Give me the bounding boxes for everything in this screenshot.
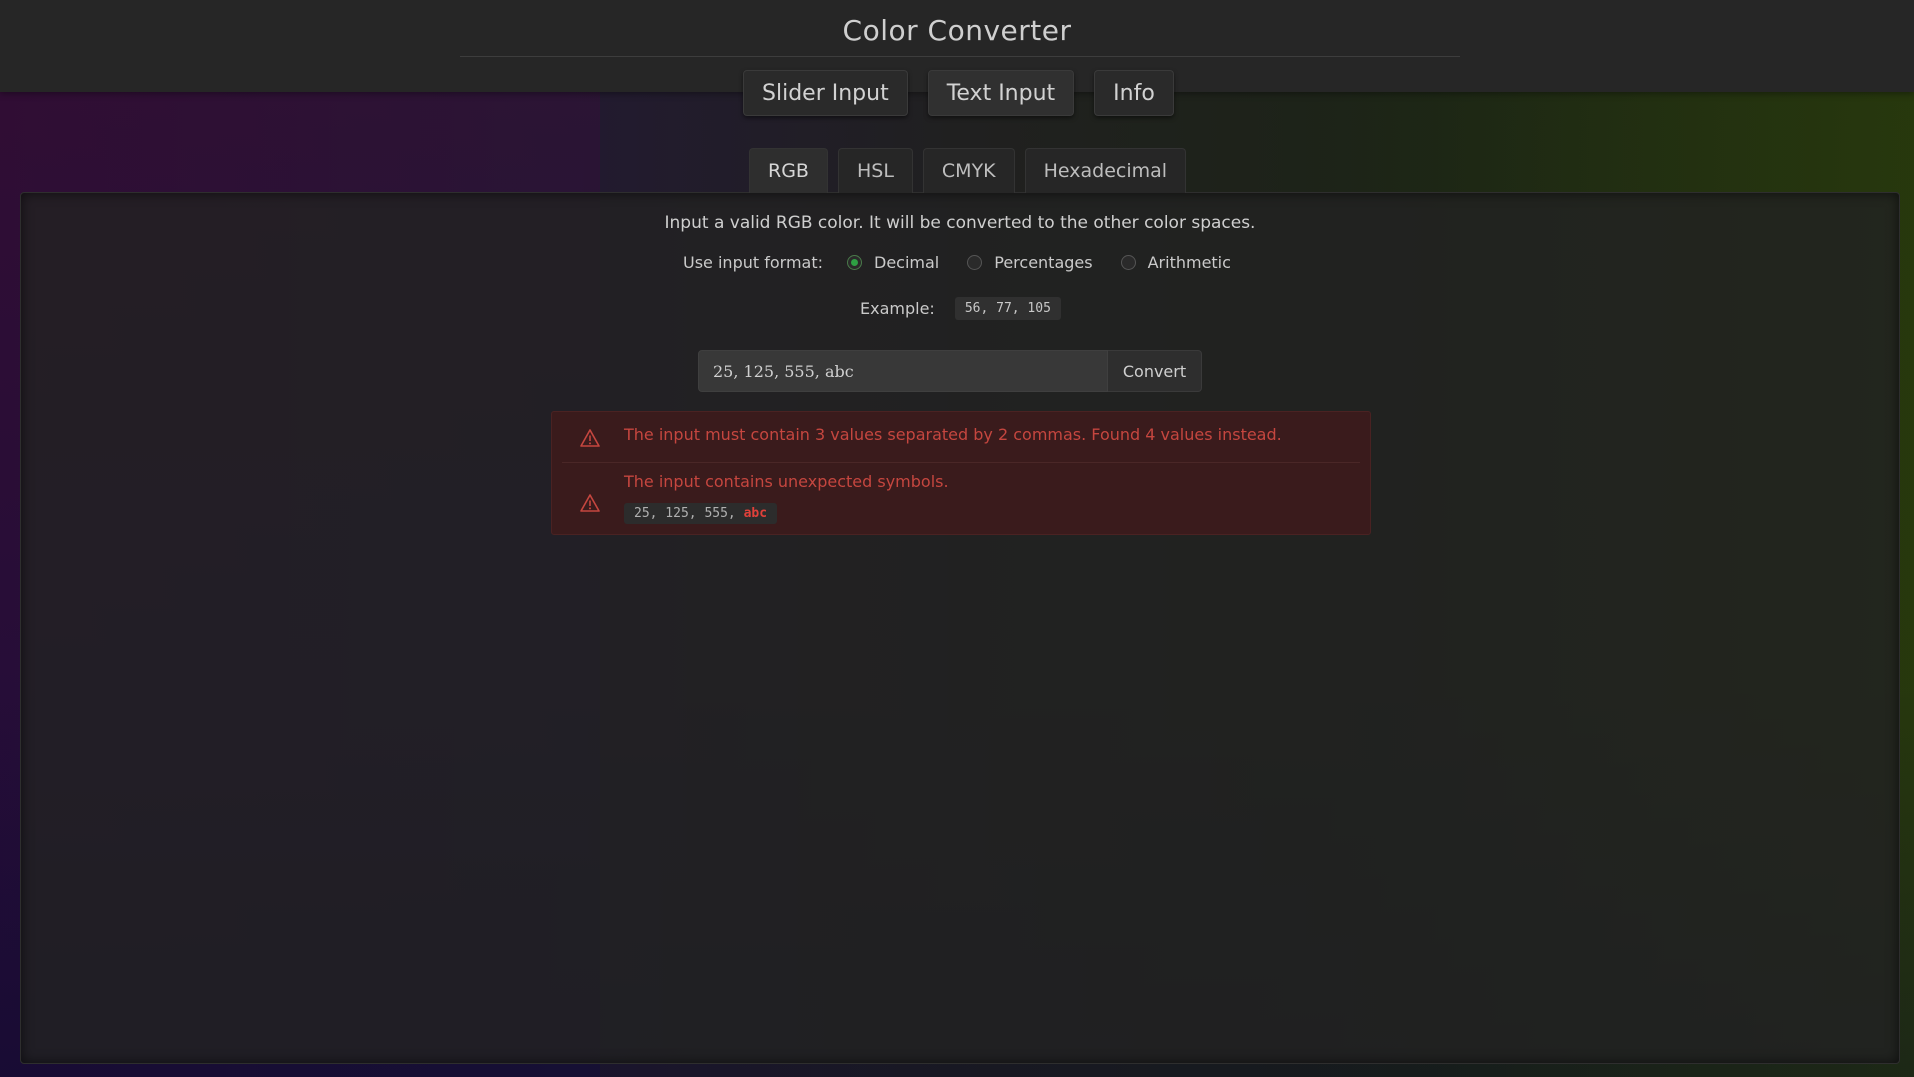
tab-text-input[interactable]: Text Input (927, 70, 1075, 116)
radio-arithmetic-label: Arithmetic (1147, 253, 1231, 272)
panel-description: Input a valid RGB color. It will be conv… (664, 213, 1256, 233)
tab-slider-input[interactable]: Slider Input (743, 70, 908, 116)
error-symbols-block: The input contains unexpected symbols. 2… (624, 469, 949, 524)
warning-icon (578, 418, 602, 458)
radio-arithmetic[interactable] (1120, 255, 1136, 270)
input-format-group: Use input format: Decimal Percentages Ar… (683, 253, 1259, 272)
main-tabs: Slider Input Text Input Info (743, 70, 1174, 116)
error-code-snippet: 25, 125, 555, abc (624, 503, 778, 524)
tab-rgb[interactable]: RGB (749, 148, 828, 193)
color-input-group: Convert (698, 350, 1202, 392)
radio-decimal[interactable] (847, 255, 862, 270)
rgb-panel: Input a valid RGB color. It will be conv… (20, 192, 1900, 1064)
format-arithmetic-option[interactable]: Arithmetic (1120, 253, 1231, 272)
tab-hexadecimal[interactable]: Hexadecimal (1024, 148, 1187, 193)
error-box: The input must contain 3 values separate… (551, 411, 1371, 535)
app-title: Color Converter (842, 14, 1072, 47)
tab-cmyk[interactable]: CMYK (922, 148, 1015, 193)
color-space-tabs: RGB HSL CMYK Hexadecimal (749, 148, 1187, 193)
tab-info[interactable]: Info (1094, 70, 1174, 116)
error-item: The input contains unexpected symbols. 2… (562, 462, 1360, 524)
example-value: 56, 77, 105 (954, 297, 1061, 320)
input-format-label: Use input format: (683, 253, 823, 272)
warning-icon (578, 483, 602, 523)
error-message-values: The input must contain 3 values separate… (624, 425, 1282, 444)
example-label: Example: (860, 299, 935, 318)
color-text-input[interactable] (698, 350, 1108, 392)
error-code-valid: 25, 125, 555, (634, 506, 744, 521)
error-item: The input must contain 3 values separate… (562, 418, 1360, 458)
format-decimal-option[interactable]: Decimal (847, 253, 939, 272)
radio-percentages-label: Percentages (994, 253, 1093, 272)
radio-percentages[interactable] (967, 255, 983, 270)
format-percentages-option[interactable]: Percentages (967, 253, 1093, 272)
convert-button[interactable]: Convert (1108, 350, 1202, 392)
example-row: Example: 56, 77, 105 (860, 297, 1061, 320)
error-message-symbols: The input contains unexpected symbols. (624, 472, 949, 491)
title-divider (460, 56, 1460, 57)
error-code-invalid: abc (743, 506, 768, 521)
tab-hsl[interactable]: HSL (837, 148, 913, 193)
radio-decimal-label: Decimal (874, 253, 940, 272)
